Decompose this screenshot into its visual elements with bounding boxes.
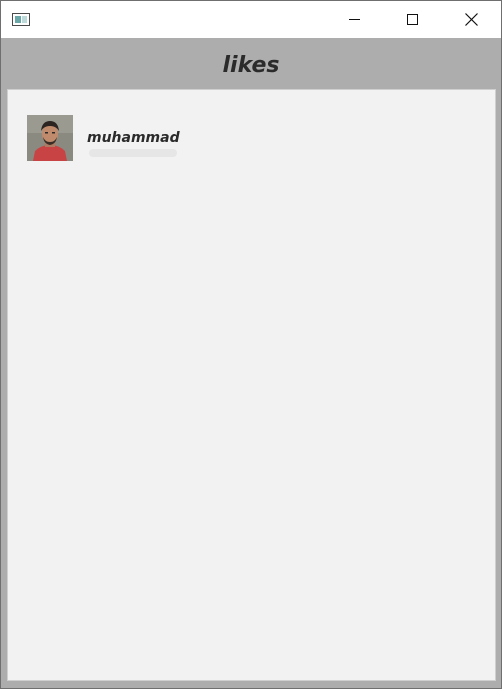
app-window: likes muhammad [0,0,502,689]
app-window-icon[interactable] [12,13,30,26]
maximize-icon [406,14,418,25]
title-bar[interactable] [1,1,501,38]
app-icon-pane-left [15,16,21,23]
likes-list-panel [7,89,496,681]
avatar[interactable] [27,115,73,161]
user-avatar-photo [27,115,73,161]
app-icon-pane-right [22,16,27,23]
list-item[interactable]: muhammad [27,115,187,161]
minimize-button[interactable] [325,1,383,38]
minimize-icon [348,19,360,20]
page-title: likes [222,53,280,78]
maximize-button[interactable] [383,1,441,38]
close-button[interactable] [442,1,500,38]
user-name[interactable]: muhammad [87,129,180,147]
name-shadow [89,149,177,157]
close-icon [464,13,478,26]
